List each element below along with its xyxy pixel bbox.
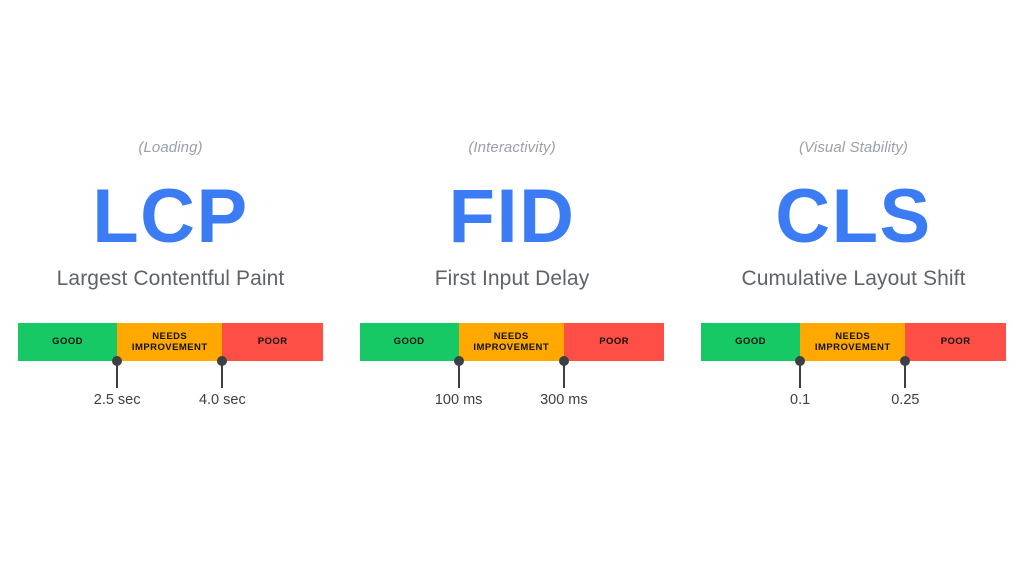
threshold-value-2: 4.0 sec (198, 392, 246, 408)
pin-stem (799, 361, 802, 388)
pin-stem (221, 361, 224, 388)
metric-acronym: FID (448, 174, 576, 259)
threshold-value-2: 300 ms (540, 392, 588, 408)
threshold-bar-track: GOOD NEEDS IMPROVEMENT POOR (18, 323, 323, 361)
segment-good: GOOD (359, 323, 459, 361)
segment-needs-improvement-label-line1: NEEDS (493, 330, 529, 342)
segment-needs-improvement-label-line1: NEEDS (835, 330, 871, 342)
metric-full-name: Largest Contentful Paint (56, 267, 285, 290)
metric-acronym: CLS (775, 174, 932, 259)
threshold-bar-cls: GOOD NEEDS IMPROVEMENT POOR 0.1 0.25 (701, 323, 1006, 419)
segment-needs-improvement-label-line1: NEEDS (152, 330, 188, 342)
segment-good-label: GOOD (393, 336, 425, 348)
pin-stem (904, 361, 907, 388)
segment-needs-improvement-label-line2: IMPROVEMENT (131, 342, 208, 353)
segment-poor: POOR (222, 323, 323, 361)
segment-good: GOOD (18, 323, 118, 361)
threshold-bar-fid: GOOD NEEDS IMPROVEMENT POOR 100 ms 300 m… (359, 323, 665, 419)
metric-acronym: LCP (92, 174, 249, 259)
pin-stem (457, 361, 460, 388)
threshold-bar-track: GOOD NEEDS IMPROVEMENT POOR (701, 323, 1006, 361)
metric-panel-fid: (Interactivity) FID First Input Delay GO… (342, 138, 683, 419)
metric-full-name: First Input Delay (434, 267, 590, 290)
metric-category-label: (Loading) (138, 139, 203, 156)
segment-good: GOOD (701, 323, 801, 361)
segment-good-label: GOOD (735, 336, 766, 348)
threshold-bar-lcp: GOOD NEEDS IMPROVEMENT POOR 2.5 sec 4.0 … (18, 323, 323, 419)
metric-category-label: (Visual Stability) (798, 139, 909, 156)
segment-poor: POOR (905, 323, 1006, 361)
segment-poor-label: POOR (257, 336, 288, 348)
segment-needs-improvement: NEEDS IMPROVEMENT (458, 323, 564, 361)
threshold-value-1: 100 ms (434, 392, 483, 408)
pin-stem (116, 361, 119, 388)
segment-poor: POOR (563, 323, 665, 361)
pin-stem (562, 361, 565, 388)
core-web-vitals-board: (Loading) LCP Largest Contentful Paint G… (0, 0, 1024, 576)
threshold-value-1: 0.1 (790, 392, 811, 408)
segment-needs-improvement: NEEDS IMPROVEMENT (800, 323, 906, 361)
metric-full-name: Cumulative Layout Shift (741, 267, 966, 290)
metric-panel-lcp: (Loading) LCP Largest Contentful Paint G… (0, 138, 341, 419)
segment-needs-improvement-label-line2: IMPROVEMENT (473, 342, 550, 353)
segment-poor-label: POOR (940, 336, 971, 348)
segment-poor-label: POOR (599, 336, 630, 348)
segment-good-label: GOOD (52, 336, 83, 348)
metric-category-label: (Interactivity) (468, 139, 556, 156)
metric-panel-cls: (Visual Stability) CLS Cumulative Layout… (683, 138, 1024, 419)
threshold-bar-track: GOOD NEEDS IMPROVEMENT POOR (359, 323, 665, 361)
threshold-value-1: 2.5 sec (93, 392, 141, 408)
segment-needs-improvement-label-line2: IMPROVEMENT (814, 342, 891, 353)
threshold-value-2: 0.25 (891, 392, 920, 408)
segment-needs-improvement: NEEDS IMPROVEMENT (117, 323, 223, 361)
